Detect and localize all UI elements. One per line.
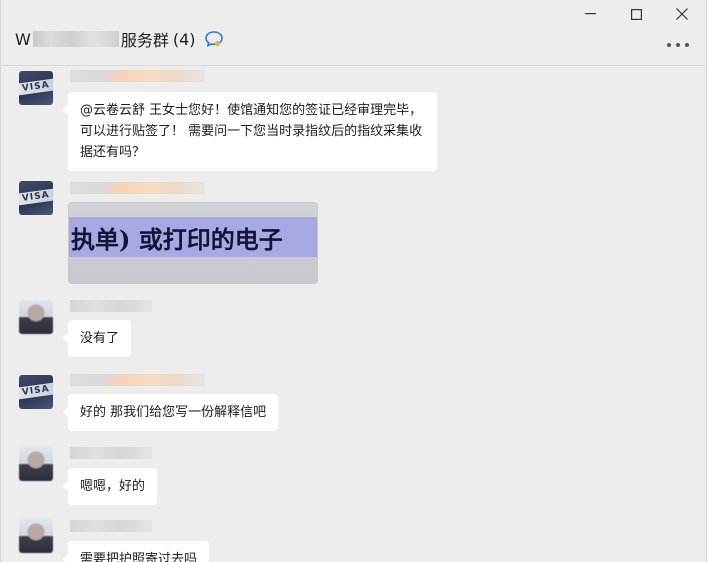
maximize-icon: [630, 8, 642, 20]
avatar-label: VISA: [21, 384, 51, 398]
sender-name-redacted: [70, 300, 152, 312]
sender-name-redacted: [70, 374, 205, 386]
sender-name-redacted: [70, 447, 152, 459]
message-bubble[interactable]: 嗯嗯，好的: [62, 468, 158, 505]
message-bubble[interactable]: 没有了: [62, 320, 132, 357]
message-list[interactable]: VISA @云卷云舒 王女士您好！使馆通知您的签证已经审理完毕，可以进行贴签了！…: [1, 67, 706, 562]
member-count: (4): [172, 29, 196, 49]
title-bar: W 服务群 (4): [1, 0, 706, 66]
message-bubble[interactable]: 好的 那我们给您写一份解释信吧: [62, 394, 279, 431]
image-message[interactable]: 执单) 或打印的电子: [68, 202, 318, 284]
message-bubble[interactable]: @云卷云舒 王女士您好！使馆通知您的签证已经审理完毕，可以进行贴签了！ 需要问一…: [63, 92, 437, 171]
redacted-group-name: [32, 31, 119, 47]
avatar[interactable]: VISA: [19, 71, 53, 105]
title-prefix: W: [15, 29, 31, 49]
avatar[interactable]: [19, 300, 53, 334]
avatar[interactable]: VISA: [19, 181, 53, 215]
maximize-button[interactable]: [613, 3, 659, 25]
sender-name-redacted: [70, 182, 205, 194]
minimize-icon: [584, 13, 596, 15]
avatar-label: VISA: [21, 190, 51, 204]
chat-bubble-icon[interactable]: [204, 30, 224, 48]
avatar[interactable]: VISA: [19, 375, 53, 409]
sender-name-redacted: [70, 520, 152, 532]
chat-title: W 服务群 (4): [15, 28, 224, 50]
close-icon: [676, 8, 688, 20]
title-suffix: 服务群: [120, 31, 169, 50]
message-bubble[interactable]: 需要把护照寄过去吗: [62, 541, 210, 562]
avatar[interactable]: [19, 447, 53, 481]
image-text: 执单) 或打印的电子: [71, 225, 283, 254]
avatar-label: VISA: [21, 80, 51, 94]
avatar[interactable]: [19, 519, 53, 553]
more-icon[interactable]: [667, 38, 689, 52]
close-button[interactable]: [659, 3, 705, 25]
sender-name-redacted: [70, 70, 205, 82]
minimize-button[interactable]: [567, 3, 613, 25]
